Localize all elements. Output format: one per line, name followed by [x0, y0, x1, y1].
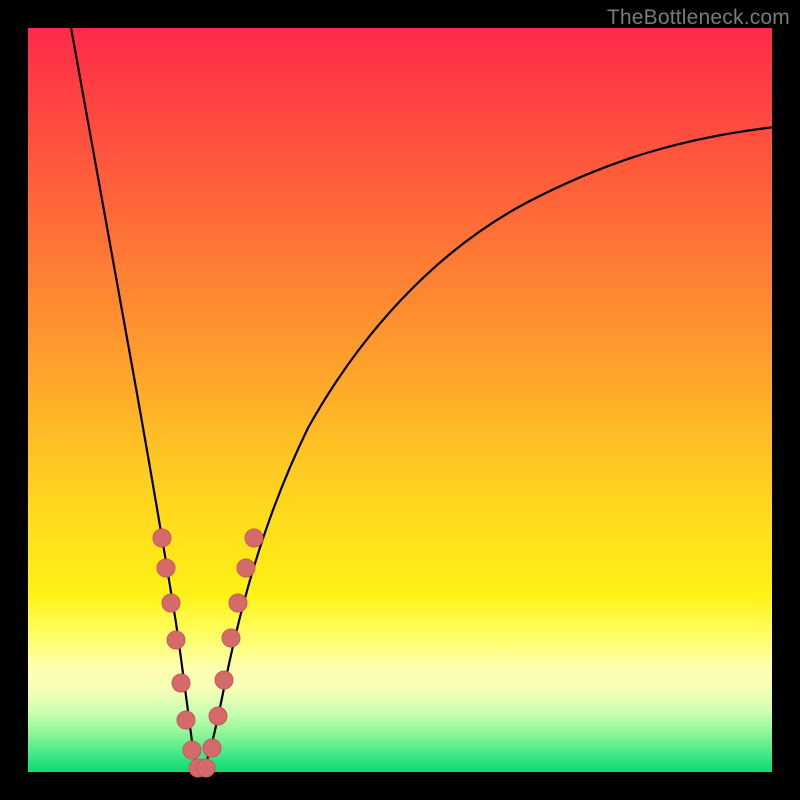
curve-right-branch	[200, 126, 784, 772]
marker-dot	[237, 559, 255, 577]
marker-group	[153, 529, 263, 777]
marker-dot	[209, 707, 227, 725]
marker-dot	[153, 529, 171, 547]
marker-dot	[167, 631, 185, 649]
gradient-plot-area	[28, 28, 772, 772]
marker-dot	[229, 594, 247, 612]
marker-dot	[245, 529, 263, 547]
marker-dot	[162, 594, 180, 612]
curve-left-branch	[70, 22, 200, 772]
marker-dot	[222, 629, 240, 647]
marker-dot	[172, 674, 190, 692]
watermark-text: TheBottleneck.com	[607, 6, 790, 30]
marker-dot	[157, 559, 175, 577]
marker-dot	[197, 759, 215, 777]
chart-frame: TheBottleneck.com	[0, 0, 800, 800]
marker-dot	[183, 741, 201, 759]
curve-layer	[28, 28, 772, 772]
marker-dot	[177, 711, 195, 729]
marker-dot	[215, 671, 233, 689]
marker-dot	[203, 739, 221, 757]
